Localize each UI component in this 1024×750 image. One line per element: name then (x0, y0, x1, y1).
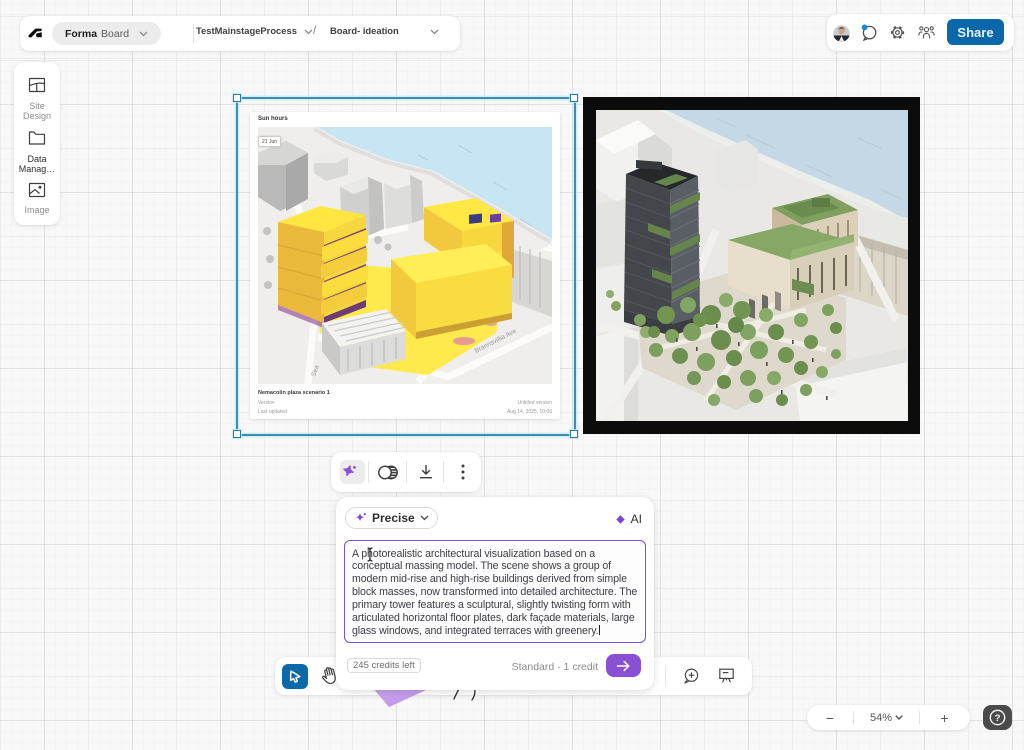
svg-text:?: ? (995, 713, 1001, 724)
